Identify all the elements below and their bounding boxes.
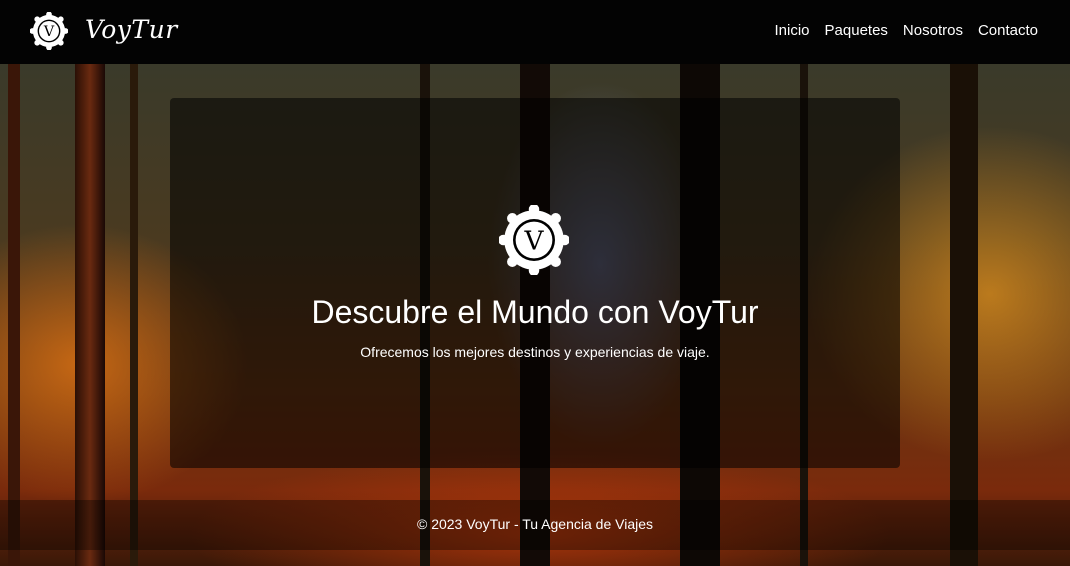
site-header: V VoyTur Inicio Paquetes Nosotros Contac… [0,0,1070,64]
tree-trunk [75,64,105,566]
main-nav: Inicio Paquetes Nosotros Contacto [775,22,1039,39]
footer-copyright: © 2023 VoyTur - Tu Agencia de Viajes [416,516,654,532]
hero-title: Descubre el Mundo con VoyTur [311,294,759,330]
nav-item-inicio[interactable]: Inicio [775,22,810,39]
tree-trunk [8,64,20,566]
hero-overlay-panel [170,98,900,468]
hero-subtitle: Ofrecemos los mejores destinos y experie… [360,344,710,360]
tree-trunk [130,64,138,566]
logo-letter: V [43,24,55,40]
nav-item-contacto[interactable]: Contacto [978,22,1038,39]
hero-logo-letter: V [524,227,545,257]
tree-trunk [950,64,978,566]
ornamental-badge-icon[interactable]: V [30,12,68,50]
nav-item-paquetes[interactable]: Paquetes [825,22,888,39]
site-footer: © 2023 VoyTur - Tu Agencia de Viajes [0,500,1070,550]
nav-item-nosotros[interactable]: Nosotros [903,22,963,39]
hero-ornamental-badge-icon: V [499,205,569,275]
brand-name[interactable]: VoyTur [85,15,178,44]
